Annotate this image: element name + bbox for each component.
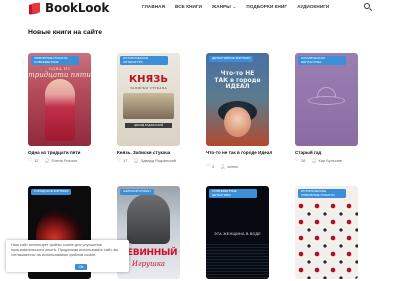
nav-home[interactable]: ГЛАВНАЯ: [142, 4, 165, 9]
nav-home-label[interactable]: ГЛАВНАЯ: [142, 4, 165, 9]
genre-badge[interactable]: СОВРЕМЕННЫЕ ДЕТЕКТИВЫ: [209, 189, 257, 199]
search-icon[interactable]: [364, 3, 372, 11]
site-header: BookLook ГЛАВНАЯ ВСЕ КНИГИ ЖАНРЫ ⌄ ПОДБОР…: [0, 0, 400, 16]
section-title: Новые книги на сайте: [28, 29, 102, 36]
book-cover[interactable]: ИСТОРИЧЕСКИЕ ЛЮБОВНЫЕ РОМАНЫ: [295, 186, 358, 279]
chevron-down-icon[interactable]: ⌄: [233, 4, 236, 9]
cookie-banner: Наш сайт использует файлы cookie для улу…: [6, 240, 129, 272]
book-cover[interactable]: ЛЮБОВНЫЕ РОМАНЫ СОВРЕМЕННЫЕ ОДНА ИЗ трид…: [28, 53, 91, 146]
nav-genres-label[interactable]: ЖАНРЫ: [212, 4, 231, 9]
genre-badge[interactable]: ЛЮБОВНЫЕ РОМАНЫ СОВРЕМЕННЫЕ: [31, 56, 79, 66]
genre-badge[interactable]: ГОРОДСКОЕ ФЭНТЕЗИ: [31, 189, 72, 195]
genre-badge[interactable]: ИСТОРИЧЕСКИЕ ЛЮБОВНЫЕ РОМАНЫ: [298, 189, 346, 199]
heart-icon[interactable]: ♡: [206, 163, 210, 169]
genre-badge[interactable]: ИСТОРИЧЕСКАЯ ЛИТЕРАТУРА: [120, 56, 168, 66]
book-author[interactable]: admin: [227, 164, 238, 169]
genre-badge[interactable]: ЖЕНСКИЙ РОМАН: [120, 189, 154, 195]
cookie-ok-button[interactable]: Ok: [75, 264, 87, 270]
cover-illustration: [123, 93, 174, 119]
genre-badge[interactable]: КОСМИЧЕСКАЯ ФАНТАСТИКА: [298, 56, 346, 66]
book-author[interactable]: Елена Рохина: [52, 158, 77, 163]
book-cover[interactable]: ИСТОРИЧЕСКАЯ ЛИТЕРАТУРА КНЯЗЬ ЗАПИСКИ СТ…: [117, 53, 180, 146]
book-meta: ♡ 17 👤︎ Эдвард Радзинский: [117, 157, 207, 163]
books-logo-icon: [28, 1, 41, 15]
book-meta: ♡ 4 👤︎ admin: [206, 163, 296, 169]
nav-collections-label[interactable]: ПОДБОРКИ КНИГ: [246, 4, 287, 9]
book-title[interactable]: Что-то не так в городе Идеал: [206, 150, 286, 155]
book-title[interactable]: Одна из тридцати пяти: [28, 150, 108, 155]
genre-badge[interactable]: ДЕТЕКТИВНОЕ ФЭНТЕЗИ: [209, 56, 254, 62]
heart-icon[interactable]: ♡: [28, 157, 32, 163]
main-nav: ГЛАВНАЯ ВСЕ КНИГИ ЖАНРЫ ⌄ ПОДБОРКИ КНИГ А…: [142, 4, 339, 9]
book-meta: ♡ 26 👤︎ Кир Булычев: [295, 157, 385, 163]
site-logo[interactable]: BookLook: [28, 1, 109, 15]
cover-illustration: [127, 194, 170, 244]
heart-icon[interactable]: ♡: [117, 157, 121, 163]
cover-face: [224, 107, 251, 137]
nav-all-books-label[interactable]: ВСЕ КНИГИ: [175, 4, 202, 9]
ufo-illustration-body: [308, 96, 345, 105]
cover-sub-text: ЗАПИСКИ СТУКАЧА: [130, 86, 167, 90]
logo-text[interactable]: BookLook: [45, 1, 109, 15]
nav-audiobooks-label[interactable]: АУДИОКНИГИ: [297, 4, 329, 9]
likes-count: 17: [123, 157, 128, 163]
cover-illustration: [45, 79, 75, 141]
user-icon: 👤︎: [311, 157, 317, 163]
book-cover[interactable]: КОСМИЧЕСКАЯ ФАНТАСТИКА: [295, 53, 358, 146]
book-title[interactable]: Старый гад: [295, 150, 375, 155]
book-author[interactable]: Кир Булычев: [319, 158, 342, 163]
book-title[interactable]: Князь. Записки стукача: [117, 150, 197, 155]
cookie-text: Наш сайт использует файлы cookie для улу…: [11, 243, 119, 257]
cover-main-text: ЭТА ЖЕНЩИНА В ВОДЕ: [214, 232, 261, 236]
likes-count: 26: [301, 157, 306, 163]
cover-author-bar: ЭДУАРД РАДЗИНСКИЙ: [125, 123, 172, 128]
nav-all-books[interactable]: ВСЕ КНИГИ: [175, 4, 202, 9]
nav-collections[interactable]: ПОДБОРКИ КНИГ: [246, 4, 287, 9]
cover-main-text: КНЯЗЬ: [129, 74, 168, 85]
user-icon: 👤︎: [44, 157, 50, 163]
likes-count: 4: [212, 163, 215, 169]
nav-audiobooks[interactable]: АУДИОКНИГИ: [297, 4, 329, 9]
book-author[interactable]: Эдвард Радзинский: [141, 158, 177, 163]
nav-genres[interactable]: ЖАНРЫ ⌄: [212, 4, 236, 9]
user-icon: 👤︎: [133, 157, 139, 163]
book-cover[interactable]: СОВРЕМЕННЫЕ ДЕТЕКТИВЫ ЭТА ЖЕНЩИНА В ВОДЕ: [206, 186, 269, 279]
user-icon: 👤︎: [220, 163, 226, 169]
cover-main-text: Что-то НЕ ТАК в городе ИДЕАЛ: [214, 70, 261, 91]
likes-count: 12: [34, 157, 39, 163]
cover-main-text: тридцати пяти: [28, 71, 91, 79]
cover-illustration: [206, 244, 269, 279]
book-meta: ♡ 12 👤︎ Елена Рохина: [28, 157, 118, 163]
book-cover[interactable]: ДЕТЕКТИВНОЕ ФЭНТЕЗИ Что-то НЕ ТАК в горо…: [206, 53, 269, 146]
cover-illustration: [295, 200, 358, 279]
heart-icon[interactable]: ♡: [295, 157, 299, 163]
